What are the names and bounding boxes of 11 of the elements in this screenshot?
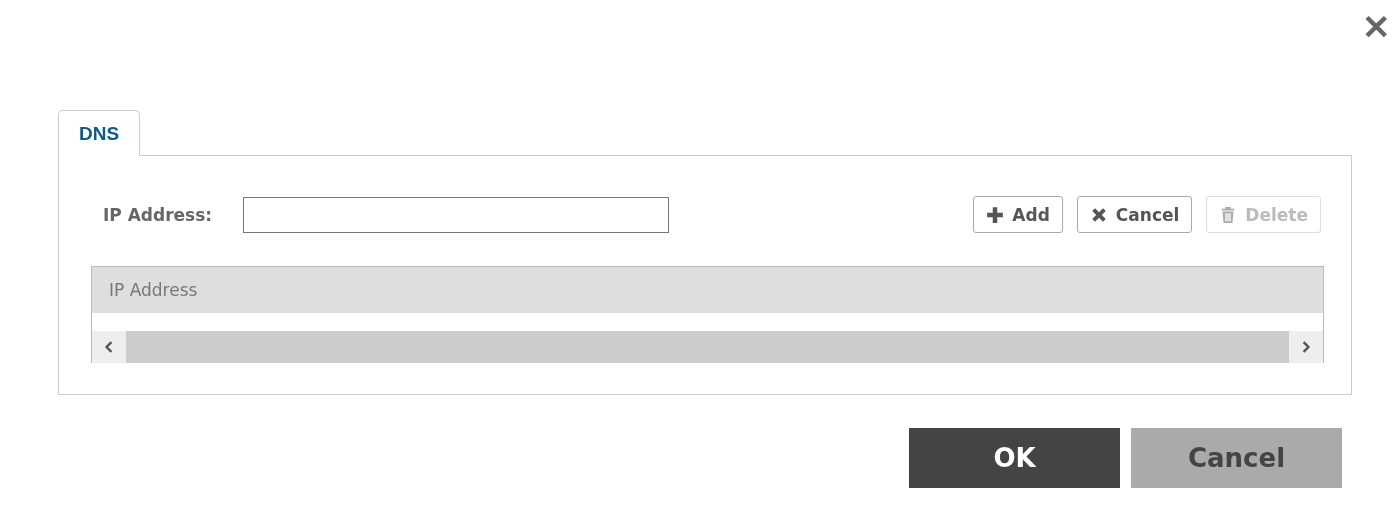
field-label: IP Address: bbox=[103, 204, 214, 225]
column-header: IP Address bbox=[109, 280, 198, 300]
cancel-button[interactable]: Cancel bbox=[1131, 428, 1342, 488]
close-button[interactable]: ✕ bbox=[1362, 10, 1390, 44]
horizontal-scrollbar[interactable] bbox=[92, 331, 1323, 363]
ok-button[interactable]: OK bbox=[909, 428, 1120, 488]
add-button[interactable]: Add bbox=[973, 196, 1063, 233]
tab[interactable]: DNS bbox=[58, 110, 141, 156]
ip-address-field[interactable] bbox=[243, 196, 669, 233]
cancel-button[interactable]: Cancel bbox=[1076, 196, 1193, 233]
plus-icon bbox=[986, 205, 1005, 224]
